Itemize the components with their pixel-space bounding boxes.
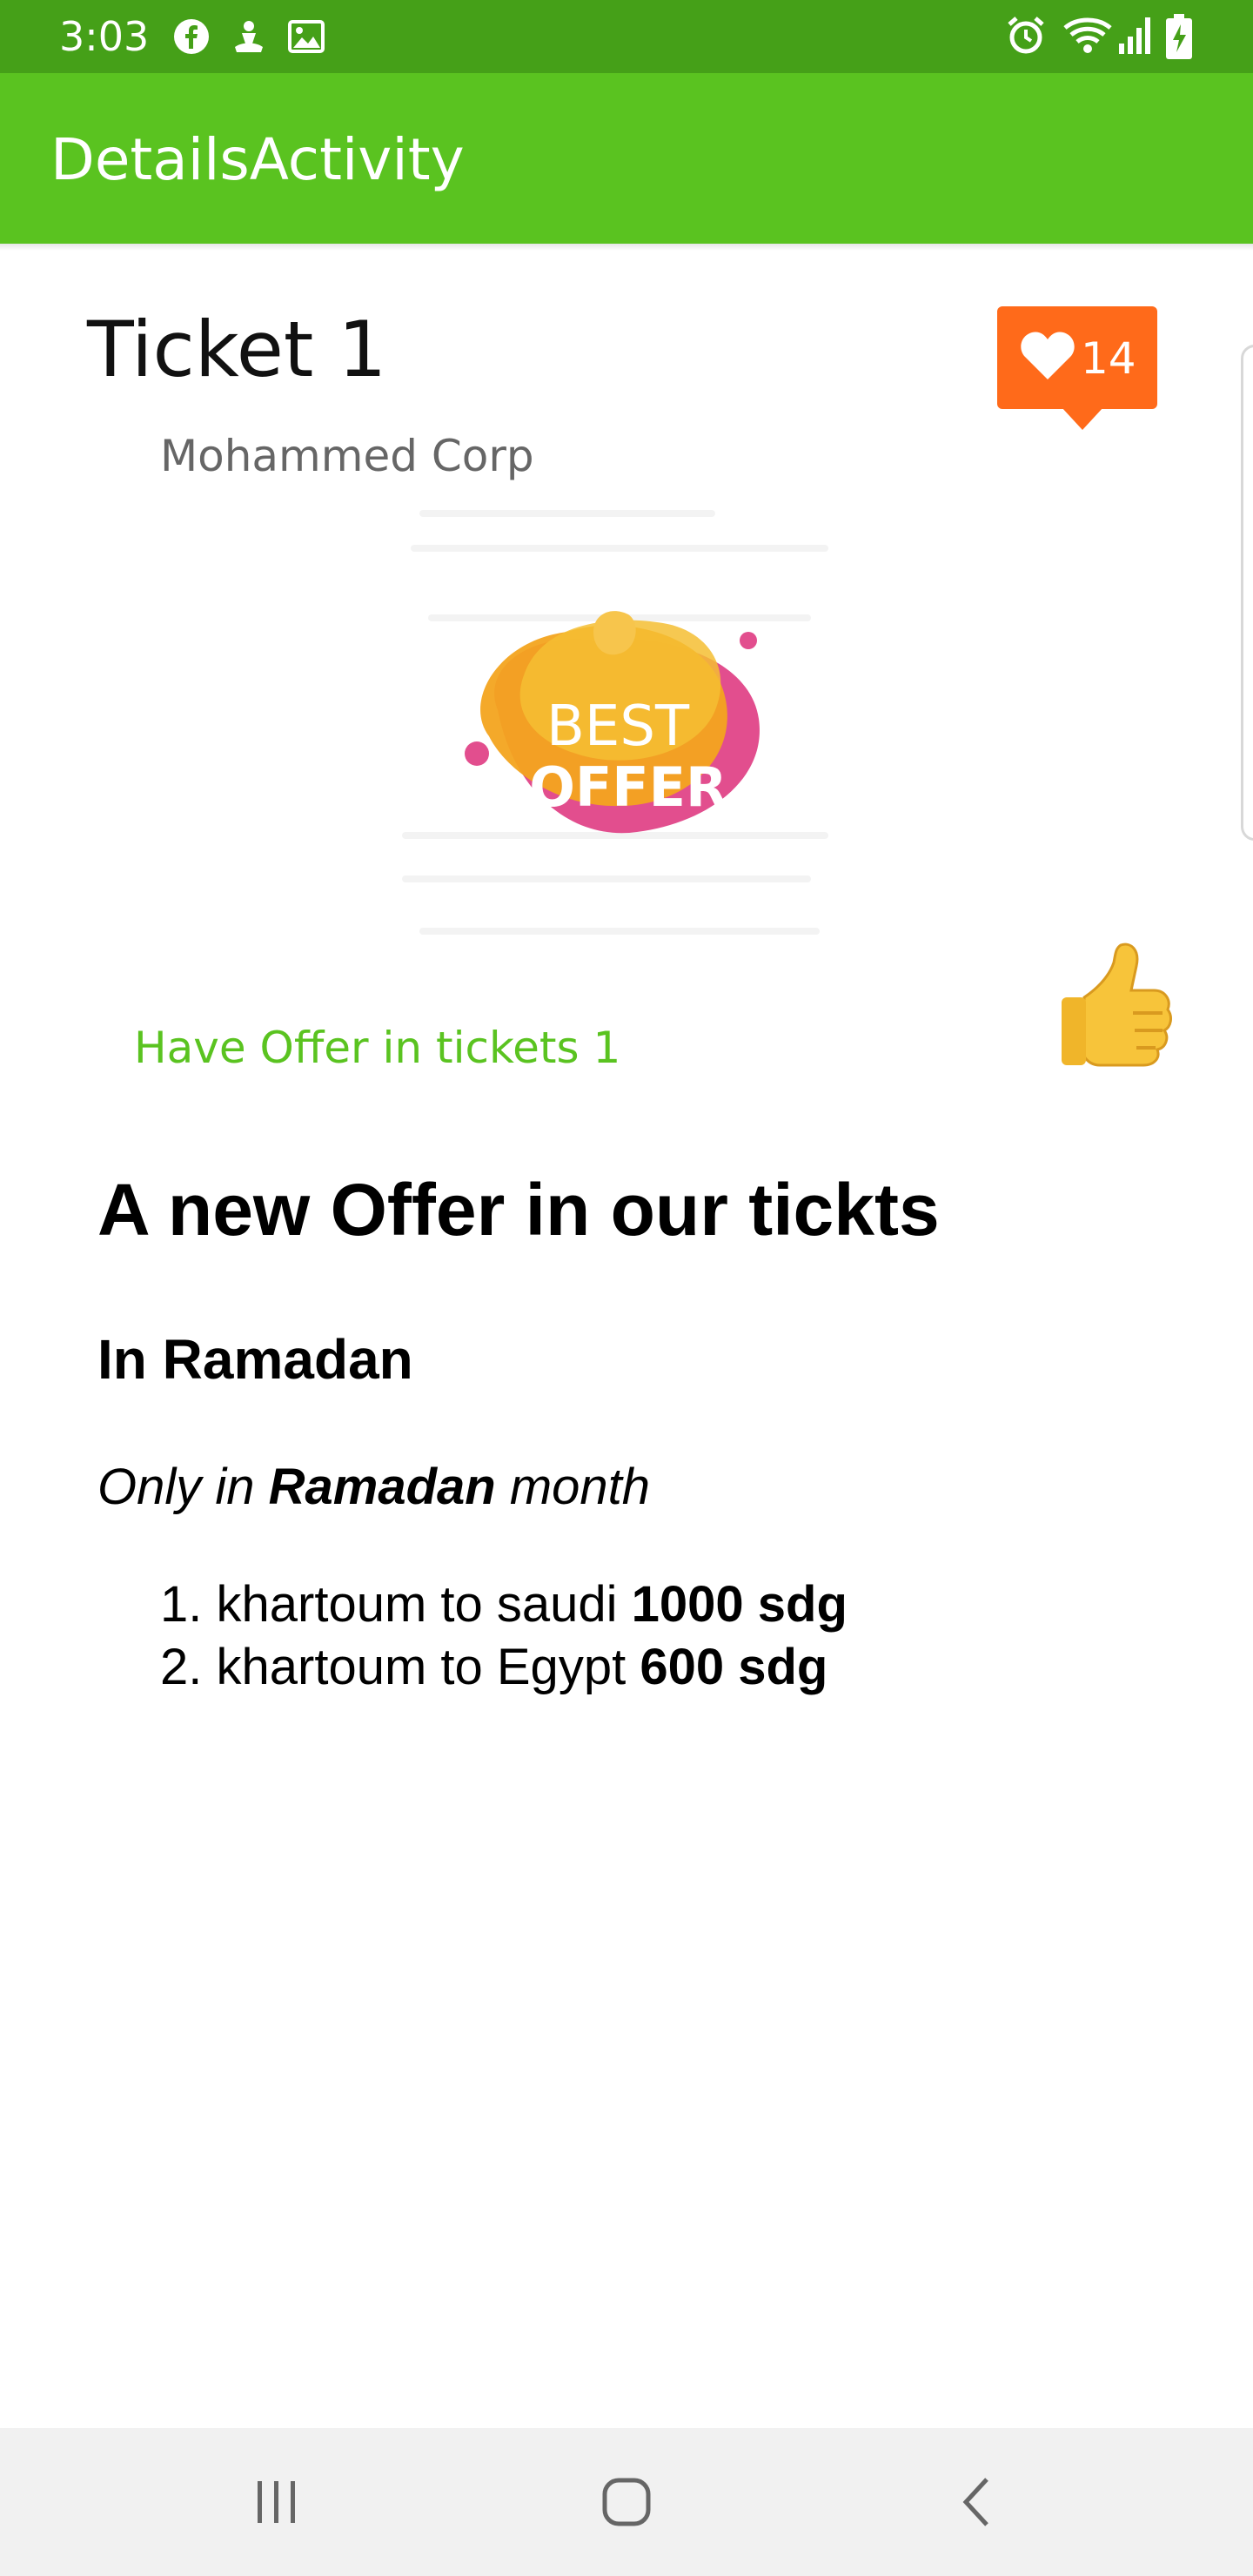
list-item-text: khartoum to saudi <box>216 1576 632 1633</box>
offer-caption: Have Offer in tickets 1 <box>134 1023 621 1073</box>
back-icon <box>962 2478 988 2526</box>
back-button[interactable] <box>924 2463 1029 2541</box>
faint-line <box>419 510 715 517</box>
faint-line <box>419 928 820 935</box>
facebook-icon <box>174 19 209 54</box>
heart-icon <box>1021 332 1075 379</box>
route-price-list: 1. khartoum to saudi 1000 sdg 2. khartou… <box>160 1573 848 1699</box>
offer-subheading: In Ramadan <box>97 1328 413 1391</box>
list-item-price: 600 sdg <box>640 1639 828 1695</box>
offer-heading: A new Offer in our tickts <box>97 1169 940 1251</box>
list-item-text: khartoum to Egypt <box>216 1639 640 1695</box>
list-item: 1. khartoum to saudi 1000 sdg <box>160 1573 848 1636</box>
list-item-number: 2. <box>160 1639 203 1695</box>
status-time: 3:03 <box>59 13 150 60</box>
description-prefix: Only in <box>97 1459 269 1515</box>
wifi-icon <box>1063 17 1112 53</box>
home-icon <box>602 2478 651 2526</box>
thumbs-up-icon[interactable] <box>1060 940 1173 1069</box>
offer-image: BEST OFFER <box>393 493 863 954</box>
recents-icon <box>258 2481 295 2523</box>
offer-image-line1: BEST <box>546 694 690 759</box>
description-bold: Ramadan <box>268 1459 496 1515</box>
toolbar-shadow <box>0 244 1253 251</box>
description-suffix: month <box>495 1459 651 1515</box>
home-button[interactable] <box>574 2463 679 2541</box>
faint-line <box>411 545 828 552</box>
like-count: 14 <box>1081 333 1136 384</box>
ticket-title: Ticket 1 <box>87 305 387 394</box>
recents-button[interactable] <box>224 2463 329 2541</box>
best-offer-badge-graphic: BEST OFFER <box>465 611 760 834</box>
alarm-icon <box>1008 17 1044 54</box>
list-item-price: 1000 sdg <box>631 1576 848 1633</box>
image-icon <box>288 20 325 53</box>
offer-image-line2: OFFER <box>529 755 727 819</box>
company-name: Mohammed Corp <box>160 431 534 481</box>
signal-icon <box>1119 17 1150 54</box>
download-icon <box>235 21 263 52</box>
list-item: 2. khartoum to Egypt 600 sdg <box>160 1636 848 1699</box>
status-bar: 3:03 <box>0 0 1253 73</box>
system-nav-bar <box>0 2428 1253 2576</box>
like-button[interactable]: 14 <box>997 306 1157 430</box>
app-toolbar: DetailsActivity <box>0 73 1253 244</box>
battery-charging-icon <box>1166 14 1192 59</box>
list-item-number: 1. <box>160 1576 203 1633</box>
offer-description: Only in Ramadan month <box>97 1457 650 1518</box>
faint-line <box>402 875 811 882</box>
adjacent-card-edge[interactable] <box>1241 345 1253 841</box>
toolbar-title: DetailsActivity <box>50 126 465 193</box>
